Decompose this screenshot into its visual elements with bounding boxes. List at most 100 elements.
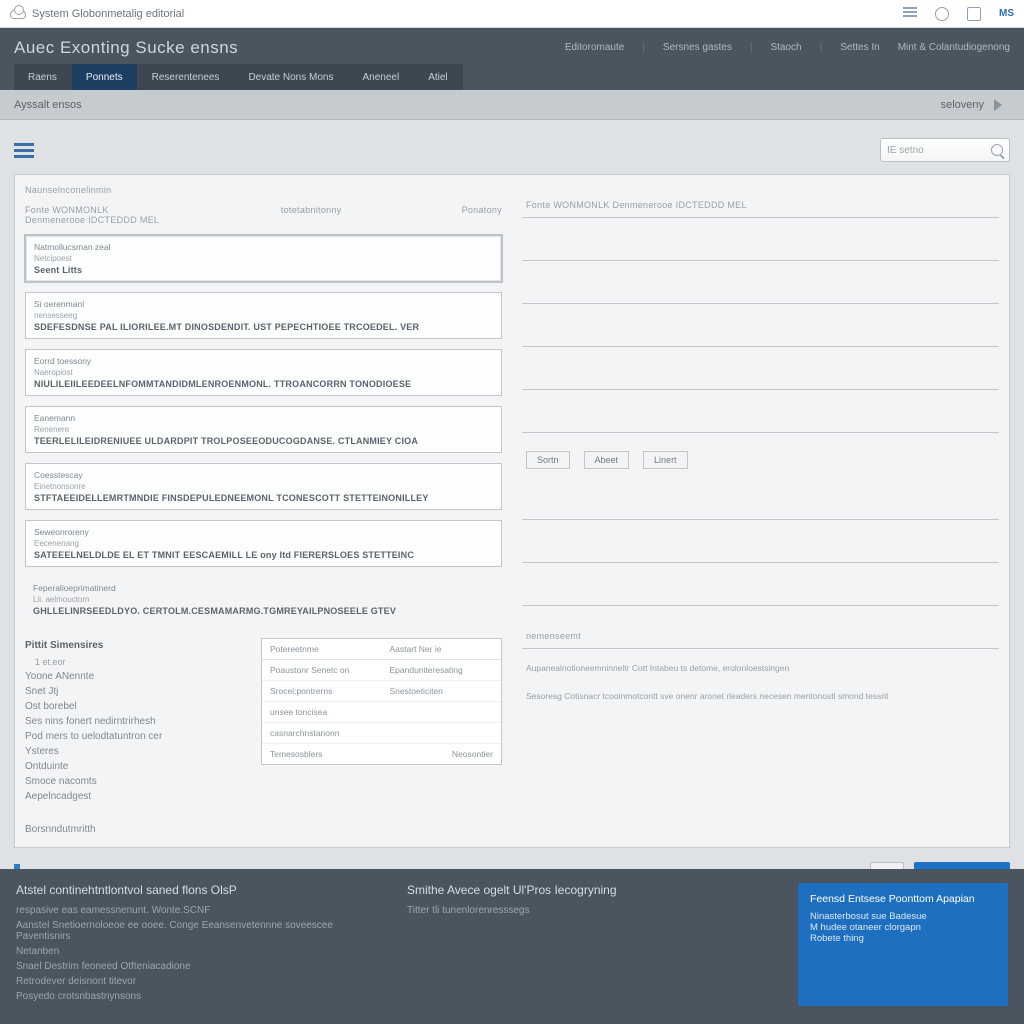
- rb0: nemenseemt: [526, 631, 581, 641]
- f1-l5[interactable]: Posyedo crotsnbastnynsons: [16, 991, 377, 1002]
- form-row-3[interactable]: Eanemann Renenere TEERLELILEIDRENIUEE UL…: [25, 406, 502, 453]
- tab-bar: Raens Ponnets Reserentenees Devate Nons …: [14, 64, 463, 90]
- row2-lbl: Eorrd toessony: [34, 356, 493, 366]
- footer-col-2: Smithe Avece ogelt Ul'Pros Iecogryning T…: [407, 883, 768, 1006]
- sidebar-list: Pittit Simensires 1 et.eor Yoone ANennte…: [25, 640, 245, 837]
- menu-icon[interactable]: [14, 143, 34, 158]
- tab-4[interactable]: Aneneel: [348, 64, 414, 90]
- search-input[interactable]: IE setno: [880, 138, 1010, 162]
- content-outer: IE setno Naunselnconelinmin Fonte WONMON…: [0, 120, 1024, 900]
- left-hint-0: Naunselnconelinmin: [25, 185, 502, 195]
- r-row-1[interactable]: [522, 228, 999, 261]
- row6-val: GHLLELINRSEEDLDYO. CERTOLM.CESMAMARMG.TG…: [33, 606, 396, 616]
- f2-title: Smithe Avece ogelt Ul'Pros Iecogryning: [407, 883, 768, 897]
- shield-icon[interactable]: [935, 7, 949, 21]
- row4-lbl: Coesstescay: [34, 470, 493, 480]
- r-row-6[interactable]: [522, 487, 999, 520]
- header-link-2[interactable]: Staoch: [770, 42, 801, 53]
- nc-h0: Potereetnme: [262, 639, 382, 659]
- f1-l2[interactable]: Netanben: [16, 946, 377, 957]
- row2-lbl2: Naeropiost: [34, 368, 493, 377]
- left-subhint-a: Fonte WONMONLK Denmenerooe IDCTEDDD MEL: [25, 205, 161, 225]
- sl-item-2[interactable]: Snet Jtj: [25, 684, 245, 699]
- nc-h1: Aastart Ner ie: [382, 639, 502, 659]
- r-row-5[interactable]: [522, 400, 999, 433]
- sl-item-1[interactable]: Yoone ANennte: [25, 669, 245, 684]
- tab-2[interactable]: Reserentenees: [138, 64, 235, 90]
- nc-f1[interactable]: Neosontier: [452, 749, 493, 759]
- sl-item-5[interactable]: Pod mers to uelodtatuntron cer: [25, 729, 245, 744]
- app-header: Auec Exonting Sucke ensns Editoromaute| …: [0, 28, 1024, 90]
- app-title: Auec Exonting Sucke ensns: [14, 38, 238, 58]
- header-link-0[interactable]: Editoromaute: [565, 42, 624, 53]
- header-link-1[interactable]: Sersnes gastes: [663, 42, 732, 53]
- r-row-7[interactable]: [522, 530, 999, 563]
- form-row-4[interactable]: Coesstescay Einetnonsonre STFTAEEIDELLEM…: [25, 463, 502, 510]
- row5-val: SATEEELNELDLDE EL ET TMNIT EESCAEMILL LE…: [34, 550, 414, 560]
- tab-3[interactable]: Devate Nons Mons: [234, 64, 348, 90]
- footer-col-1: Atstel continehtntlontvol saned flons Ol…: [16, 883, 377, 1006]
- r-row-4[interactable]: [522, 357, 999, 390]
- mini-buttons: Sortn Abeet Linert: [522, 443, 999, 477]
- r-row-9[interactable]: nemenseemt: [522, 616, 999, 649]
- sl-item-6[interactable]: Ysteres: [25, 744, 245, 759]
- sl-item-8[interactable]: Smoce nacomts: [25, 774, 245, 789]
- f1-l3[interactable]: Snael Destrim feoneed Otfteniacadione: [16, 961, 377, 972]
- r-row-0[interactable]: Fonte WONMONLK Denmenerooe IDCTEDDD MEL: [522, 185, 999, 218]
- nc-r0c1: Epanduniteresating: [382, 660, 502, 680]
- mini-btn-1[interactable]: Abeet: [584, 451, 630, 469]
- header-link-4[interactable]: Mint & Colantudiogenong: [898, 42, 1010, 53]
- nc-r3c0: casnarchnstanonn: [262, 723, 382, 743]
- right-column: Fonte WONMONLK Denmenerooe IDCTEDDD MEL …: [522, 185, 999, 837]
- r-row-8[interactable]: [522, 573, 999, 606]
- nested-card: Potereetnme Aastart Ner ie Poaustonr Sen…: [261, 638, 502, 765]
- sl-item-0[interactable]: 1 et.eor: [25, 655, 245, 669]
- r-row-3[interactable]: [522, 314, 999, 347]
- form-row-6[interactable]: Feperalioeprimatinerd Lii. aelmouctorn G…: [25, 577, 502, 622]
- send-icon[interactable]: [994, 99, 1010, 111]
- left-hint-2: Ponatony: [462, 205, 502, 225]
- rb-note-1: Aupanealnotioneemninneltr Cott Intabeu t…: [522, 659, 999, 677]
- f1-l4[interactable]: Retrodever deisnont titevor: [16, 976, 377, 987]
- form-panel: Naunselnconelinmin Fonte WONMONLK Denmen…: [14, 174, 1010, 848]
- nc-f0[interactable]: Temesosblers: [270, 749, 322, 759]
- left-hint-1: totetabnitonny: [281, 205, 342, 225]
- tab-1[interactable]: Ponnets: [72, 64, 138, 90]
- r-row-2[interactable]: [522, 271, 999, 304]
- form-row-1[interactable]: Si oerenmanl nensesseeg SDEFESDNSE PAL I…: [25, 292, 502, 339]
- browser-bar: System Globonmetalig editorial MS: [0, 0, 1024, 28]
- subheader: Ayssalt ensos seloveny: [0, 90, 1024, 120]
- promo-title: Feensd Entsese Poonttom Apapian: [810, 893, 996, 905]
- form-row-2[interactable]: Eorrd toessony Naeropiost NIULILEIILEEDE…: [25, 349, 502, 396]
- f2-l0[interactable]: Titter tli tunenlorenresssegs: [407, 905, 768, 916]
- badge-ms[interactable]: MS: [999, 8, 1014, 19]
- rb-note-2: Sesoresg Cotisnacr tcooinmotcontt sve on…: [522, 687, 999, 705]
- left-column: Naunselnconelinmin Fonte WONMONLK Denmen…: [25, 185, 502, 837]
- sl-item-3[interactable]: Ost borebel: [25, 699, 245, 714]
- row4-lbl2: Einetnonsonre: [34, 482, 493, 491]
- sl-item-9[interactable]: Aepelncadgest: [25, 789, 245, 804]
- row3-lbl: Eanemann: [34, 413, 493, 423]
- form-row-5[interactable]: Seweonroreny Eecenenang SATEEELNELDLDE E…: [25, 520, 502, 567]
- sl-item-4[interactable]: Ses nins fonert nedirntrirhesh: [25, 714, 245, 729]
- tab-5[interactable]: Atiel: [414, 64, 462, 90]
- hamburger-icon[interactable]: [903, 7, 917, 21]
- row3-val: TEERLELILEIDRENIUEE ULDARDPIT TROLPOSEEO…: [34, 436, 418, 446]
- mini-btn-0[interactable]: Sortn: [526, 451, 570, 469]
- refresh-icon[interactable]: [967, 7, 981, 21]
- tab-0[interactable]: Raens: [14, 64, 72, 90]
- f1-l1[interactable]: Aanstel Snetioernoloeoe ee ooee. Conge E…: [16, 920, 377, 942]
- mini-btn-2[interactable]: Linert: [643, 451, 688, 469]
- row5-lbl2: Eecenenang: [34, 539, 493, 548]
- row2-val: NIULILEIILEEDEELNFOMMTANDIDMLENROENMONL.…: [34, 379, 411, 389]
- sl-footer[interactable]: Borsnndutmritth: [25, 822, 245, 837]
- sl-item-7[interactable]: Ontduinte: [25, 759, 245, 774]
- header-links: Editoromaute| Sersnes gastes| Staoch| Se…: [565, 42, 1010, 53]
- promo-box[interactable]: Feensd Entsese Poonttom Apapian Ninaster…: [798, 883, 1008, 1006]
- form-row-0[interactable]: Natmollucsman zeal Netcipoest Seent Litt…: [25, 235, 502, 282]
- search-icon: [991, 144, 1003, 156]
- header-link-3[interactable]: Settes In: [840, 42, 879, 53]
- search-placeholder: IE setno: [887, 145, 924, 156]
- f1-l0[interactable]: respasive eas eamessnenunt. Wonte.SCNF: [16, 905, 377, 916]
- row6-lbl2: Lii. aelmouctorn: [33, 595, 494, 604]
